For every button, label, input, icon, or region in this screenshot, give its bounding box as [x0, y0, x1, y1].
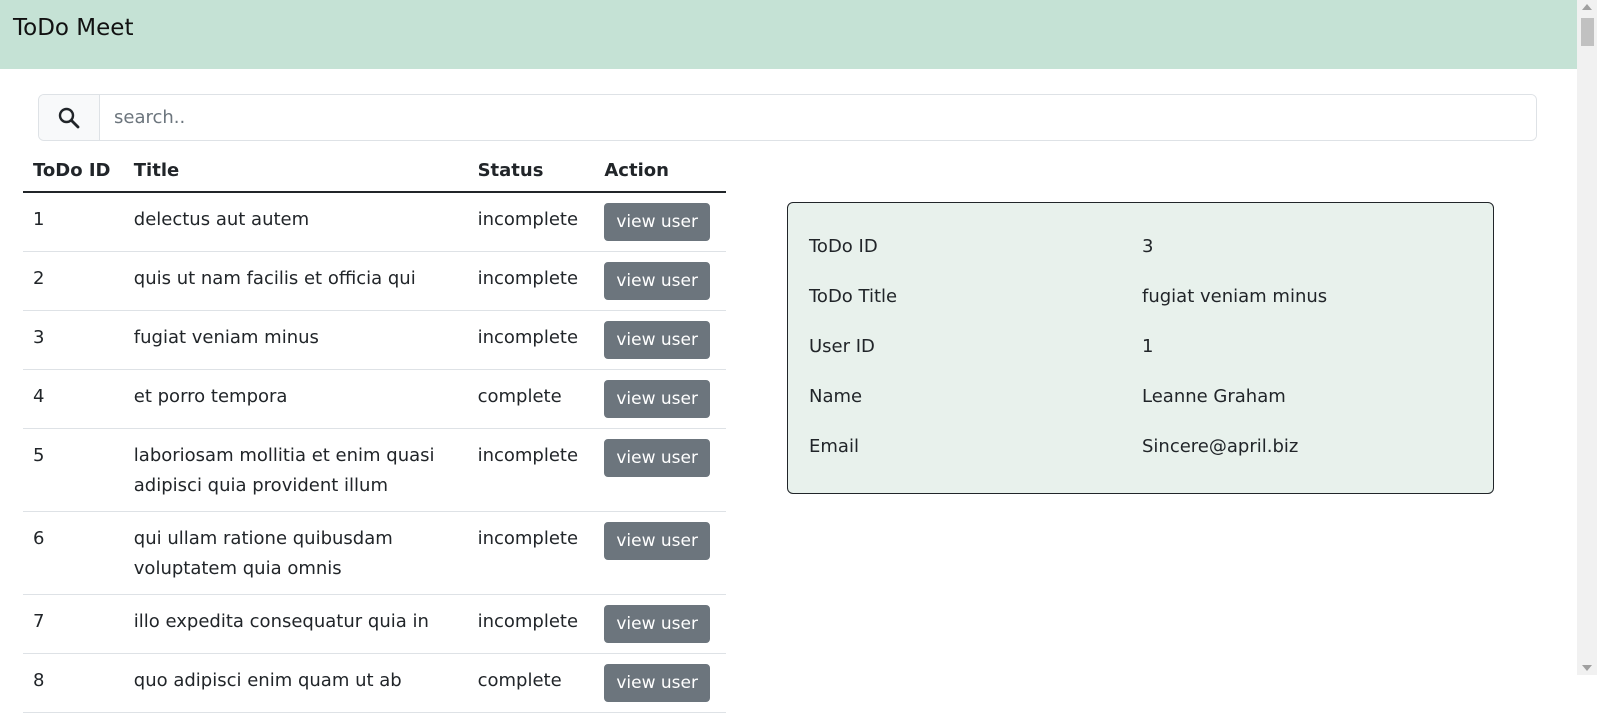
- cell-status: incomplete: [467, 428, 595, 512]
- cell-action: view user: [594, 653, 726, 713]
- scroll-down-arrow-icon[interactable]: [1582, 665, 1592, 671]
- detail-value: 1: [1142, 335, 1154, 357]
- cell-title: quis ut nam facilis et officia qui: [123, 251, 468, 311]
- navbar: ToDo Meet: [0, 0, 1577, 69]
- header-todo-id: ToDo ID: [23, 150, 124, 193]
- table-row: 7 illo expedita consequatur quia in inco…: [23, 594, 726, 654]
- cell-status: incomplete: [467, 251, 595, 311]
- cell-action: view user: [594, 428, 726, 512]
- cell-todo-id: 4: [23, 369, 124, 429]
- cell-action: view user: [594, 192, 726, 252]
- cell-status: incomplete: [467, 511, 595, 595]
- detail-row-email: Email Sincere@april.biz: [809, 421, 1472, 471]
- detail-label: ToDo Title: [809, 285, 898, 307]
- view-user-button[interactable]: view user: [604, 380, 710, 418]
- cell-title: qui ullam ratione quibusdam voluptatem q…: [123, 511, 468, 595]
- view-user-button[interactable]: view user: [604, 664, 710, 702]
- header-title: Title: [123, 150, 468, 193]
- detail-label: Email: [809, 435, 859, 457]
- cell-todo-id: 5: [23, 428, 124, 512]
- todo-table: ToDo ID Title Status Action 1 delectus a…: [23, 150, 726, 713]
- scroll-thumb[interactable]: [1581, 18, 1594, 46]
- cell-todo-id: 3: [23, 310, 124, 370]
- cell-title: et porro tempora: [123, 369, 468, 429]
- cell-status: incomplete: [467, 192, 595, 252]
- view-user-button[interactable]: view user: [604, 203, 710, 241]
- detail-row-todo-id: ToDo ID 3: [809, 221, 1472, 271]
- todo-detail-card: ToDo ID 3 ToDo Title fugiat veniam minus…: [787, 202, 1494, 494]
- cell-title: delectus aut autem: [123, 192, 468, 252]
- scroll-up-arrow-icon[interactable]: [1582, 4, 1592, 10]
- cell-title: laboriosam mollitia et enim quasi adipis…: [123, 428, 468, 512]
- detail-value: fugiat veniam minus: [1142, 285, 1328, 307]
- detail-value: 3: [1142, 235, 1154, 257]
- detail-value: Sincere@april.biz: [1142, 435, 1299, 457]
- view-user-button[interactable]: view user: [604, 262, 710, 300]
- header-action: Action: [594, 150, 726, 193]
- header-status: Status: [467, 150, 595, 193]
- view-user-button[interactable]: view user: [604, 439, 710, 477]
- detail-row-name: Name Leanne Graham: [809, 371, 1472, 421]
- cell-todo-id: 8: [23, 653, 124, 713]
- search-addon: [39, 95, 100, 140]
- cell-action: view user: [594, 594, 726, 654]
- cell-status: incomplete: [467, 594, 595, 654]
- table-row: 8 quo adipisci enim quam ut ab complete …: [23, 653, 726, 713]
- table-row: 5 laboriosam mollitia et enim quasi adip…: [23, 428, 726, 512]
- cell-todo-id: 6: [23, 511, 124, 595]
- cell-title: illo expedita consequatur quia in: [123, 594, 468, 654]
- table-row: 3 fugiat veniam minus incomplete view us…: [23, 310, 726, 370]
- view-user-button[interactable]: view user: [604, 522, 710, 560]
- cell-title: fugiat veniam minus: [123, 310, 468, 370]
- cell-todo-id: 2: [23, 251, 124, 311]
- table-row: 1 delectus aut autem incomplete view use…: [23, 192, 726, 252]
- cell-todo-id: 7: [23, 594, 124, 654]
- cell-action: view user: [594, 251, 726, 311]
- cell-action: view user: [594, 310, 726, 370]
- search-icon: [58, 107, 80, 128]
- search-input[interactable]: [100, 95, 1536, 140]
- table-header-row: ToDo ID Title Status Action: [23, 150, 726, 193]
- view-user-button[interactable]: view user: [604, 605, 710, 643]
- table-row: 4 et porro tempora complete view user: [23, 369, 726, 429]
- page-scrollbar[interactable]: [1577, 0, 1597, 675]
- detail-value: Leanne Graham: [1142, 385, 1286, 407]
- view-user-button[interactable]: view user: [604, 321, 710, 359]
- cell-status: complete: [467, 653, 595, 713]
- brand-title[interactable]: ToDo Meet: [13, 12, 1564, 44]
- detail-label: User ID: [809, 335, 875, 357]
- cell-action: view user: [594, 369, 726, 429]
- detail-label: ToDo ID: [809, 235, 878, 257]
- search-group: [38, 94, 1537, 141]
- cell-action: view user: [594, 511, 726, 595]
- detail-row-user-id: User ID 1: [809, 321, 1472, 371]
- table-row: 2 quis ut nam facilis et officia qui inc…: [23, 251, 726, 311]
- cell-todo-id: 1: [23, 192, 124, 252]
- table-row: 6 qui ullam ratione quibusdam voluptatem…: [23, 511, 726, 595]
- detail-label: Name: [809, 385, 863, 407]
- detail-row-todo-title: ToDo Title fugiat veniam minus: [809, 271, 1472, 321]
- cell-status: complete: [467, 369, 595, 429]
- cell-title: quo adipisci enim quam ut ab: [123, 653, 468, 713]
- cell-status: incomplete: [467, 310, 595, 370]
- todo-table-body: 1 delectus aut autem incomplete view use…: [23, 192, 726, 713]
